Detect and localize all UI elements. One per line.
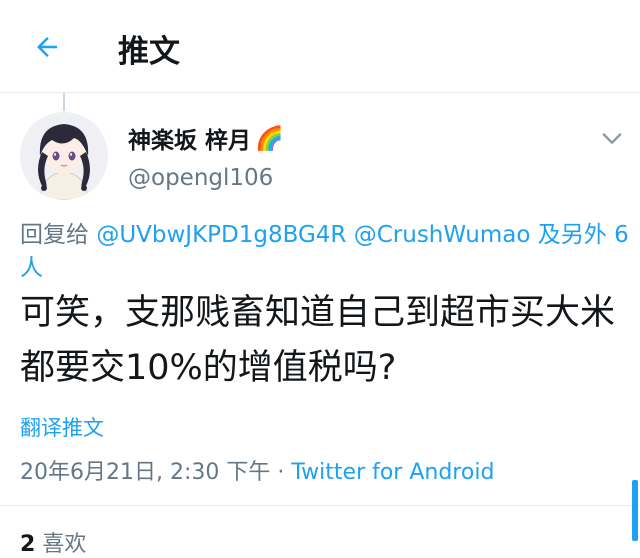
scrollbar[interactable] [632,480,638,541]
meta-separator: · [277,460,285,485]
likes-count: 2 [20,532,36,557]
page-title: 推文 [118,34,180,70]
likes-stat[interactable]: 2 喜欢 [20,526,86,558]
tweet-menu-button[interactable] [598,124,626,152]
chevron-down-icon [602,133,622,144]
mention-link-1[interactable]: @UVbwJKPD1g8BG4R [96,222,346,248]
translate-tweet-link[interactable]: 翻译推文 [20,412,104,442]
rainbow-emoji-icon: 🌈 [255,125,284,152]
thread-connector-line [63,93,65,111]
back-button[interactable] [24,24,70,70]
tweet-timestamp[interactable]: 20年6月21日, 2:30 下午 [20,460,270,485]
tweet-body: 可笑，支那贱畜知道自己到超市买大米都要交10%的增值税吗? [20,293,616,388]
mention-link-2[interactable]: @CrushWumao [354,222,531,248]
divider [0,505,640,506]
user-handle[interactable]: @opengl106 [128,165,273,191]
tweet-metadata: 20年6月21日, 2:30 下午 · Twitter for Android [20,454,494,486]
reply-context: 回复给 @UVbwJKPD1g8BG4R @CrushWumao 及另外 6 人 [20,219,632,285]
top-app-bar: 推文 [0,0,640,93]
avatar-image [20,112,108,200]
display-name-text: 神楽坂 梓月 [128,128,252,154]
user-display-name[interactable]: 神楽坂 梓月 🌈 [128,121,284,155]
avatar[interactable] [20,112,108,200]
tweet-source-link[interactable]: Twitter for Android [291,460,494,485]
arrow-left-icon [37,37,57,57]
likes-label: 喜欢 [42,532,87,557]
reply-prefix: 回复给 [20,222,89,248]
